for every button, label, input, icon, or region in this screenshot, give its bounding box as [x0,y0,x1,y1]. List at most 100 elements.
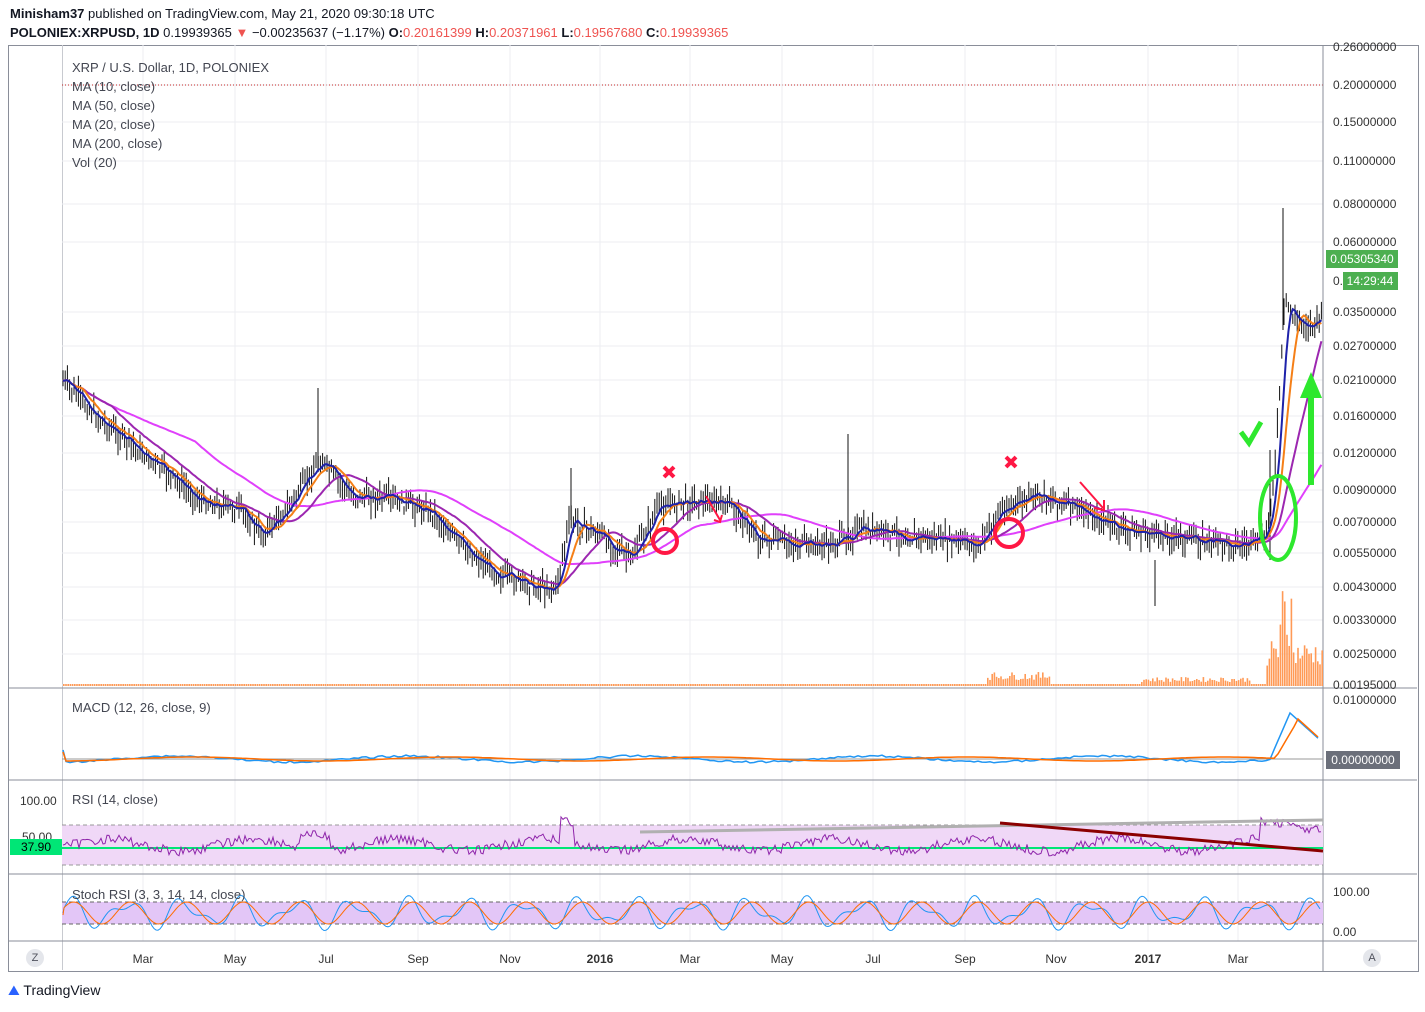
volume-bar [423,684,426,686]
volume-bar [912,684,914,686]
volume-bar [639,684,641,686]
red-x-mark [1004,455,1018,469]
volume-bar [874,684,877,686]
volume-bar [916,684,919,686]
volume-bar [223,684,226,686]
volume-bar [566,684,569,686]
volume-bar [791,684,793,686]
volume-bar [549,684,551,686]
volume-bar [775,684,778,686]
volume-bar [692,684,694,686]
indicator-ma50[interactable]: MA (50, close) [72,98,155,113]
check-mark-icon [1238,420,1264,448]
volume-bar [1297,647,1299,686]
volume-bar [294,684,296,686]
macd-pane-title[interactable]: MACD (12, 26, close, 9) [72,700,211,715]
volume-bar [351,684,353,686]
volume-bar [214,684,217,686]
indicator-ma10[interactable]: MA (10, close) [72,79,155,94]
tradingview-logo[interactable]: ⛰ TradingView [8,982,100,999]
volume-bar [404,684,406,686]
volume-bar [203,684,206,686]
stoch-pane-title[interactable]: Stoch RSI (3, 3, 14, 14, close) [72,887,245,902]
volume-bar [925,684,927,686]
volume-bar [1200,681,1202,686]
volume-bar [910,684,912,686]
volume-bar [155,684,157,686]
volume-bar [1231,679,1233,686]
volume-bar [258,684,261,686]
volume-bar [500,684,503,686]
volume-bar [773,684,776,686]
volume-bar [485,684,487,686]
volume-bar [646,684,648,686]
price-tick-label: 0.15000000 [1333,115,1397,129]
volume-bar [401,684,404,686]
volume-bar [131,684,133,686]
volume-bar [573,684,575,686]
volume-bar [1037,672,1040,686]
volume-bar [516,684,518,686]
volume-bar [261,684,263,686]
volume-bar [511,684,514,686]
auto-scale-button[interactable]: A [1363,949,1381,967]
volume-bar [1290,598,1293,686]
volume-bar [714,684,716,686]
volume-bar [487,684,490,686]
volume-bar [1039,677,1042,686]
volume-bar [555,684,558,686]
volume-bar [265,684,267,686]
volume-bar [962,684,965,686]
volume-bar [498,684,501,686]
time-tick-label: Mar [1228,952,1249,966]
volume-bar [1226,681,1229,686]
volume-bar [841,684,844,686]
volume-bar [421,684,424,686]
volume-bar [241,684,243,686]
volume-bar [142,684,144,686]
price-tick-label: 0.00550000 [1333,546,1397,560]
indicator-ma200[interactable]: MA (200, close) [72,136,162,151]
volume-bar [212,684,215,686]
volume-bar [967,684,969,686]
volume-bar [291,684,294,686]
time-tick-label: 2016 [587,952,614,966]
volume-bar [725,684,727,686]
volume-bar [197,684,199,686]
volume-bar [740,684,743,686]
volume-bar [256,684,259,686]
rsi-pane-title[interactable]: RSI (14, close) [72,792,158,807]
volume-bar [1154,681,1156,686]
volume-bar [681,684,683,686]
main-pane-title: XRP / U.S. Dollar, 1D, POLONIEX [72,60,269,75]
time-tick-label: Jul [865,952,880,966]
volume-bar [707,684,710,686]
volume-bar [93,684,96,686]
indicator-ma20[interactable]: MA (20, close) [72,117,155,132]
volume-bar [525,684,527,686]
volume-bar [340,684,342,686]
volume-bar [305,684,307,686]
time-tick-label: May [771,952,794,966]
price-tick-label: 0.08000000 [1333,197,1397,211]
volume-bar [1099,684,1101,686]
volume-bar [764,684,767,686]
volume-bar [544,684,547,686]
zoom-button[interactable]: Z [26,949,44,967]
volume-bar [254,684,256,686]
volume-bar [1009,675,1011,686]
volume-bar [659,684,661,686]
volume-bar [98,684,100,686]
volume-bar [1134,684,1136,686]
volume-bar [661,684,663,686]
chart-canvas[interactable]: 0.20000000 0.15000000 0.11000000 0.08000000… [0,0,1425,1012]
volume-bar [386,684,388,686]
volume-bar [120,684,122,686]
volume-bar [593,684,595,686]
volume-bar [177,684,179,686]
indicator-volume[interactable]: Vol (20) [72,155,117,170]
volume-bar [1244,681,1246,686]
volume-bar [118,684,120,686]
volume-bar [456,684,459,686]
volume-bar [789,684,791,686]
